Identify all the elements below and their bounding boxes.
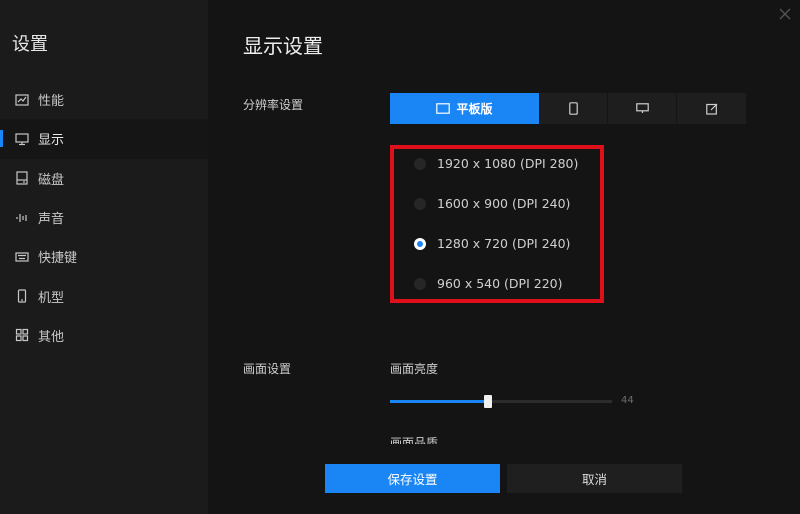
brightness-value: 44 (621, 395, 634, 406)
resolution-option-label: 960 x 540 (DPI 220) (437, 276, 563, 291)
sidebar: 设置 性能 显示 磁盘 声音 快捷键 机型 其他 (0, 0, 208, 514)
grid-icon (15, 328, 29, 342)
sidebar-item-sound[interactable]: 声音 (0, 198, 208, 237)
tab-label: 平板版 (456, 102, 493, 116)
sidebar-item-device-model[interactable]: 机型 (0, 276, 208, 315)
sidebar-item-label: 其他 (38, 329, 65, 345)
page-title: 显示设置 (243, 34, 323, 58)
sidebar-item-label: 磁盘 (38, 172, 65, 188)
radio-button[interactable] (414, 277, 426, 290)
sidebar-item-display[interactable]: 显示 (0, 119, 208, 159)
edit-icon (705, 103, 718, 115)
picture-quality-label: 画面品质 (390, 436, 439, 444)
disk-icon (15, 171, 29, 185)
sound-wave-icon (15, 211, 29, 225)
sidebar-item-performance[interactable]: 性能 (0, 80, 208, 119)
sidebar-item-label: 显示 (38, 133, 65, 149)
chart-line-icon (15, 93, 29, 107)
resolution-option-1600[interactable]: 1600 x 900 (DPI 240) (414, 196, 570, 211)
sidebar-title: 设置 (12, 34, 48, 55)
resolution-section-label: 分辨率设置 (243, 98, 304, 112)
keyboard-icon (15, 250, 29, 264)
tab-custom[interactable] (677, 93, 746, 124)
tab-phone[interactable] (540, 93, 608, 124)
brightness-slider[interactable] (390, 395, 612, 408)
tab-tablet[interactable]: 平板版 (390, 93, 540, 124)
brightness-label: 画面亮度 (390, 362, 439, 376)
radio-button-selected[interactable] (414, 237, 426, 250)
resolution-mode-tabs: 平板版 (390, 93, 746, 124)
monitor-icon (15, 132, 29, 146)
sidebar-item-label: 机型 (38, 290, 65, 306)
resolution-option-label: 1280 x 720 (DPI 240) (437, 236, 571, 251)
brightness-slider-fill (390, 400, 488, 403)
resolution-option-label: 1600 x 900 (DPI 240) (437, 196, 571, 211)
radio-button[interactable] (414, 197, 426, 210)
phone-icon (569, 102, 578, 115)
sidebar-nav: 性能 显示 磁盘 声音 快捷键 机型 其他 (0, 80, 208, 355)
sidebar-item-label: 快捷键 (38, 251, 78, 267)
sidebar-item-other[interactable]: 其他 (0, 316, 208, 355)
sidebar-item-label: 性能 (38, 94, 65, 110)
resolution-option-label: 1920 x 1080 (DPI 280) (437, 156, 579, 171)
radio-button[interactable] (414, 157, 426, 170)
cancel-button[interactable]: 取消 (507, 464, 682, 493)
brightness-slider-handle[interactable] (483, 395, 492, 408)
sidebar-item-label: 声音 (38, 212, 65, 228)
resolution-option-1280[interactable]: 1280 x 720 (DPI 240) (414, 236, 570, 251)
resolution-options-highlight: 1920 x 1080 (DPI 280) 1600 x 900 (DPI 24… (390, 145, 604, 303)
resolution-option-1920[interactable]: 1920 x 1080 (DPI 280) (414, 156, 578, 171)
save-button[interactable]: 保存设置 (325, 464, 500, 493)
phone-icon (15, 289, 29, 303)
resolution-option-960[interactable]: 960 x 540 (DPI 220) (414, 276, 562, 291)
tablet-icon (436, 103, 451, 114)
sidebar-item-hotkeys[interactable]: 快捷键 (0, 237, 208, 276)
footer-bar (208, 450, 800, 514)
close-icon[interactable] (778, 6, 792, 20)
tab-monitor[interactable] (608, 93, 677, 124)
screen-section-label: 画面设置 (243, 362, 292, 376)
sidebar-item-disk[interactable]: 磁盘 (0, 159, 208, 198)
monitor-icon (635, 103, 649, 114)
